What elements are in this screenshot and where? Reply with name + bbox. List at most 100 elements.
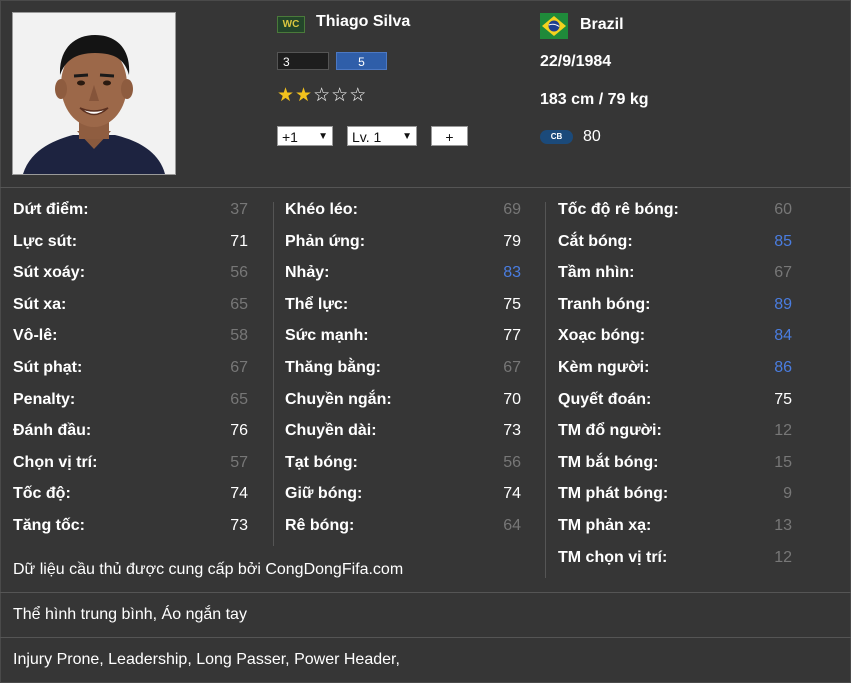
stat-label: Khéo léo: xyxy=(285,201,358,218)
stat-value: 67 xyxy=(774,264,792,282)
stat-row: Dứt điểm: 37 xyxy=(13,197,248,229)
stat-row: Thăng bằng: 67 xyxy=(285,355,521,387)
stat-label: Lực sút: xyxy=(13,232,78,250)
overall-rating: 80 xyxy=(583,128,601,145)
stat-value: 65 xyxy=(230,295,248,313)
add-button[interactable]: + xyxy=(431,126,468,146)
stats-column-2: Khéo léo: 69 Phản ứng: 79 Nhảy: 83 Thể lực: 75 S… xyxy=(285,197,521,545)
stat-value: 74 xyxy=(503,485,521,503)
stat-value: 86 xyxy=(774,358,792,376)
stat-label: Chọn vị trí: xyxy=(13,453,98,471)
stat-value: 67 xyxy=(230,358,248,376)
stat-value: 74 xyxy=(230,485,248,503)
chevron-down-icon: ▼ xyxy=(402,131,412,142)
stat-value: 12 xyxy=(774,548,792,566)
stat-value: 56 xyxy=(503,453,521,471)
stat-value: 69 xyxy=(503,201,521,218)
stats-column-3: Tốc độ rê bóng: 60 Cắt bóng: 85 Tầm nhìn: 67 T… xyxy=(558,197,792,576)
stat-row: TM chọn vị trí: 12 xyxy=(558,545,792,577)
stat-value: 73 xyxy=(503,422,521,440)
brazil-flag-icon xyxy=(540,13,568,39)
divider xyxy=(0,592,851,593)
stat-value: 9 xyxy=(783,485,792,503)
stat-row: Tốc độ: 74 xyxy=(13,481,248,513)
date-of-birth: 22/9/1984 xyxy=(540,53,612,70)
stat-label: Sút xoáy: xyxy=(13,264,86,282)
stat-label: Thăng bằng: xyxy=(285,358,381,376)
upgrade-select-value: +1 xyxy=(282,129,298,145)
stat-row: Kèm người: 86 xyxy=(558,355,792,387)
stat-value: 67 xyxy=(503,358,521,376)
stat-row: Phản ứng: 79 xyxy=(285,229,521,261)
stat-row: Sút xoáy: 56 xyxy=(13,260,248,292)
stat-label: Vô-lê: xyxy=(13,327,58,345)
stat-row: Giữ bóng: 74 xyxy=(285,481,521,513)
level-current: 3 xyxy=(277,52,329,70)
stat-value: 37 xyxy=(230,201,248,218)
stat-label: Quyết đoán: xyxy=(558,390,652,408)
stat-value: 85 xyxy=(774,232,792,250)
stat-value: 79 xyxy=(503,232,521,250)
stat-value: 60 xyxy=(774,201,792,218)
stat-label: Tranh bóng: xyxy=(558,295,651,313)
position-badge: CB xyxy=(540,130,573,144)
stat-row: Tạt bóng: 56 xyxy=(285,450,521,482)
stat-row: TM phát bóng: 9 xyxy=(558,481,792,513)
stat-row: Tăng tốc: 73 xyxy=(13,513,248,545)
stat-row: Cắt bóng: 85 xyxy=(558,229,792,261)
player-traits: Injury Prone, Leadership, Long Passer, P… xyxy=(13,651,400,668)
divider xyxy=(0,637,851,638)
body-type: Thể hình trung bình, Áo ngắn tay xyxy=(13,606,247,623)
stat-value: 57 xyxy=(230,453,248,471)
stat-value: 77 xyxy=(503,327,521,345)
player-name: Thiago Silva xyxy=(316,13,411,30)
stat-value: 65 xyxy=(230,390,248,408)
stat-row: Sức mạnh: 77 xyxy=(285,323,521,355)
stat-row: Tốc độ rê bóng: 60 xyxy=(558,197,792,229)
stat-label: Penalty: xyxy=(13,390,76,408)
stat-label: Chuyền dài: xyxy=(285,422,377,440)
stat-label: Tốc độ: xyxy=(13,485,71,503)
level-select-value: Lv. 1 xyxy=(352,129,382,145)
stat-label: Thể lực: xyxy=(285,295,349,313)
stat-row: TM bắt bóng: 15 xyxy=(558,450,792,482)
level-max: 5 xyxy=(336,52,387,70)
stat-label: TM phản xạ: xyxy=(558,516,652,534)
stat-value: 89 xyxy=(774,295,792,313)
stat-value: 12 xyxy=(774,422,792,440)
stat-label: Tăng tốc: xyxy=(13,516,85,534)
stat-row: Thể lực: 75 xyxy=(285,292,521,324)
stat-value: 75 xyxy=(774,390,792,408)
stat-row: Sút phạt: 67 xyxy=(13,355,248,387)
stat-value: 73 xyxy=(230,516,248,534)
star-rating: ★★☆☆☆ xyxy=(277,86,367,106)
stat-row: Chuyền dài: 73 xyxy=(285,418,521,450)
stat-row: Tầm nhìn: 67 xyxy=(558,260,792,292)
nation-name: Brazil xyxy=(580,16,624,33)
stat-value: 56 xyxy=(230,264,248,282)
stat-label: Cắt bóng: xyxy=(558,232,633,250)
stat-label: Phản ứng: xyxy=(285,232,366,250)
stat-value: 15 xyxy=(774,453,792,471)
star-icon: ☆ xyxy=(331,85,350,106)
level-select[interactable]: Lv. 1 ▼ xyxy=(347,126,417,146)
stat-row: Penalty: 65 xyxy=(13,387,248,419)
stat-row: Đánh đầu: 76 xyxy=(13,418,248,450)
chevron-down-icon: ▼ xyxy=(318,131,328,142)
stat-label: Nhảy: xyxy=(285,264,330,282)
star-icon: ☆ xyxy=(313,85,332,106)
upgrade-select[interactable]: +1 ▼ xyxy=(277,126,333,146)
stat-row: Khéo léo: 69 xyxy=(285,197,521,229)
stat-label: Sức mạnh: xyxy=(285,327,369,345)
stat-row: Vô-lê: 58 xyxy=(13,323,248,355)
stat-label: Kèm người: xyxy=(558,358,650,376)
stat-value: 76 xyxy=(230,422,248,440)
season-badge: WC xyxy=(277,16,305,33)
column-divider xyxy=(273,202,274,546)
star-icon: ★ xyxy=(295,85,314,106)
stat-label: Dứt điểm: xyxy=(13,201,89,218)
player-photo xyxy=(12,12,176,175)
stat-label: Giữ bóng: xyxy=(285,485,363,503)
stat-row: Sút xa: 65 xyxy=(13,292,248,324)
stat-row: Xoạc bóng: 84 xyxy=(558,323,792,355)
